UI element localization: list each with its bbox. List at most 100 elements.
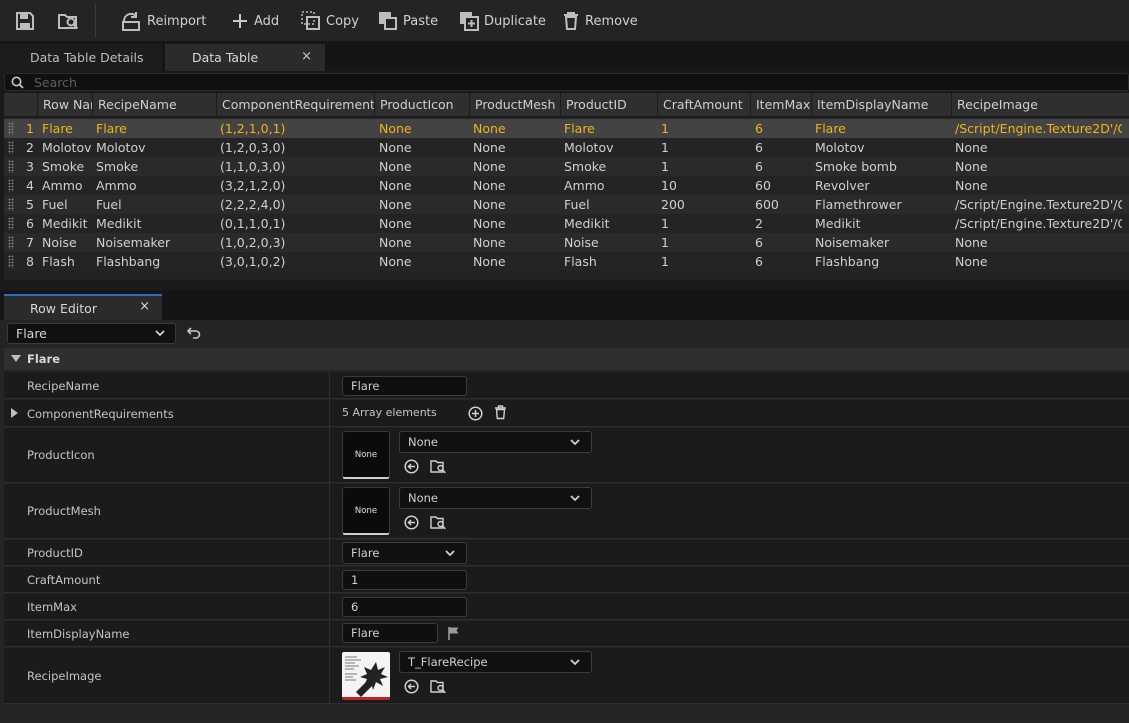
- product-icon-asset-picker[interactable]: None: [399, 431, 592, 453]
- close-icon[interactable]: ×: [139, 299, 150, 314]
- product-mesh-asset-picker[interactable]: None: [399, 487, 592, 509]
- duplicate-icon: [460, 12, 479, 31]
- table-row[interactable]: 7 Noise Noisemaker (1,0,2,0,3) None None…: [4, 233, 1129, 252]
- table-row[interactable]: 8 Flash Flashbang (3,0,1,0,2) None None …: [4, 252, 1129, 271]
- drag-handle-icon[interactable]: [8, 236, 14, 249]
- cell-craft-amount: 10: [661, 178, 677, 193]
- cell-recipe-name: Smoke: [96, 159, 139, 174]
- copy-icon: [301, 11, 320, 30]
- cell-component-requirements: (3,0,1,0,2): [220, 254, 286, 269]
- column-header-row-name[interactable]: Row Nar: [37, 93, 93, 117]
- chevron-down-icon: [445, 550, 455, 557]
- drag-handle-icon[interactable]: [8, 122, 14, 135]
- close-icon[interactable]: ×: [301, 49, 312, 64]
- table-row[interactable]: 1 Flare Flare (1,2,1,0,1) None None Flar…: [4, 119, 1129, 138]
- cell-product-mesh: None: [473, 140, 506, 155]
- column-header-product-id[interactable]: ProductID: [560, 93, 657, 117]
- chevron-down-icon: [570, 439, 580, 446]
- tab-data-table[interactable]: Data Table ×: [165, 44, 325, 71]
- cell-component-requirements: (0,1,1,0,1): [220, 216, 286, 231]
- tab-row-editor[interactable]: Row Editor ×: [4, 294, 162, 320]
- save-icon[interactable]: [14, 11, 36, 31]
- localization-flag-icon[interactable]: [447, 626, 461, 640]
- property-label: ProductID: [27, 546, 83, 560]
- drag-handle-icon[interactable]: [8, 217, 14, 230]
- property-row-component-requirements: ComponentRequirements 5 Array elements: [4, 400, 1129, 427]
- craft-amount-field[interactable]: 1: [342, 570, 467, 590]
- cell-product-id: Flash: [564, 254, 597, 269]
- reimport-icon: [122, 12, 140, 31]
- browse-asset-icon[interactable]: [430, 679, 447, 694]
- cell-row-name: Ammo: [42, 178, 83, 193]
- cell-row-name: Medikit: [42, 216, 88, 231]
- column-header-recipe-image[interactable]: RecipeImage: [951, 93, 1129, 117]
- browse-asset-icon[interactable]: [430, 515, 447, 530]
- product-id-dropdown[interactable]: Flare: [342, 542, 467, 564]
- table-header: Row Nar RecipeName ComponentRequirements…: [4, 93, 1129, 117]
- cell-item-display-name: Revolver: [815, 178, 870, 193]
- add-button[interactable]: Add: [231, 9, 279, 33]
- collapse-arrow-icon[interactable]: [11, 355, 21, 362]
- toolbar-separator: [95, 4, 96, 38]
- table-row[interactable]: 2 Molotov Molotov (1,2,0,3,0) None None …: [4, 138, 1129, 157]
- column-header-product-icon[interactable]: ProductIcon: [374, 93, 469, 117]
- tab-data-table-details[interactable]: Data Table Details: [0, 44, 162, 71]
- drag-handle-icon[interactable]: [8, 141, 14, 154]
- drag-handle-icon[interactable]: [8, 179, 14, 192]
- column-header-product-mesh[interactable]: ProductMesh: [469, 93, 560, 117]
- use-selected-asset-icon[interactable]: [404, 515, 419, 530]
- table-row[interactable]: 5 Fuel Fuel (2,2,2,4,0) None None Fuel 2…: [4, 195, 1129, 214]
- cell-product-id: Medikit: [564, 216, 610, 231]
- drag-handle-icon[interactable]: [8, 198, 14, 211]
- browse-asset-icon[interactable]: [57, 11, 79, 31]
- cell-recipe-name: Flashbang: [96, 254, 161, 269]
- property-label: CraftAmount: [27, 573, 101, 587]
- recipe-name-field[interactable]: Flare: [342, 376, 467, 396]
- search-input[interactable]: Search: [4, 73, 1129, 91]
- asset-thumbnail[interactable]: None: [342, 431, 390, 479]
- table-row[interactable]: 4 Ammo Ammo (3,2,1,2,0) None None Ammo 1…: [4, 176, 1129, 195]
- use-selected-asset-icon[interactable]: [404, 679, 419, 694]
- search-placeholder: Search: [34, 74, 77, 90]
- column-header-component-requirements[interactable]: ComponentRequirements: [216, 93, 374, 117]
- paste-button[interactable]: Paste: [378, 9, 438, 33]
- cell-recipe-name: Fuel: [96, 197, 122, 212]
- copy-label: Copy: [326, 13, 359, 29]
- column-header-item-max[interactable]: ItemMax: [750, 93, 811, 117]
- column-divider: [329, 594, 330, 619]
- row-selector-dropdown[interactable]: Flare: [7, 323, 176, 344]
- reset-to-default-icon[interactable]: [187, 327, 201, 339]
- table-row[interactable]: 6 Medikit Medikit (0,1,1,0,1) None None …: [4, 214, 1129, 233]
- item-max-field[interactable]: 6: [342, 597, 467, 617]
- cell-item-max: 2: [755, 216, 763, 231]
- item-display-name-field[interactable]: Flare: [342, 623, 438, 643]
- duplicate-button[interactable]: Duplicate: [459, 9, 546, 33]
- section-header[interactable]: Flare: [4, 348, 1129, 370]
- cell-recipe-image: None: [955, 254, 988, 269]
- cell-product-id: Ammo: [564, 178, 605, 193]
- cell-recipe-name: Noisemaker: [96, 235, 171, 250]
- drag-handle-icon[interactable]: [8, 255, 14, 268]
- browse-asset-icon[interactable]: [430, 459, 447, 474]
- property-row-product-mesh: ProductMesh None None: [4, 484, 1129, 539]
- drag-handle-icon[interactable]: [8, 160, 14, 173]
- reimport-button[interactable]: Reimport: [120, 9, 206, 33]
- trash-icon[interactable]: [494, 405, 507, 420]
- cell-product-icon: None: [379, 235, 412, 250]
- recipe-image-thumbnail[interactable]: [342, 652, 390, 700]
- recipe-image-asset-picker[interactable]: T_FlareRecipe: [399, 651, 592, 673]
- column-header-recipe-name[interactable]: RecipeName: [92, 93, 216, 117]
- asset-thumbnail[interactable]: None: [342, 487, 390, 535]
- asset-picker-value: T_FlareRecipe: [408, 655, 488, 669]
- column-header-item-display-name[interactable]: ItemDisplayName: [811, 93, 951, 117]
- table-row[interactable]: 3 Smoke Smoke (1,1,0,3,0) None None Smok…: [4, 157, 1129, 176]
- chevron-down-icon: [570, 495, 580, 502]
- use-selected-asset-icon[interactable]: [404, 459, 419, 474]
- column-header-craft-amount[interactable]: CraftAmount: [657, 93, 750, 117]
- cell-recipe-image: None: [955, 178, 988, 193]
- copy-button[interactable]: Copy: [301, 9, 359, 33]
- expand-arrow-icon[interactable]: [11, 408, 18, 418]
- add-element-icon[interactable]: [468, 406, 483, 421]
- asset-picker-value: None: [408, 435, 439, 449]
- remove-button[interactable]: Remove: [562, 9, 638, 33]
